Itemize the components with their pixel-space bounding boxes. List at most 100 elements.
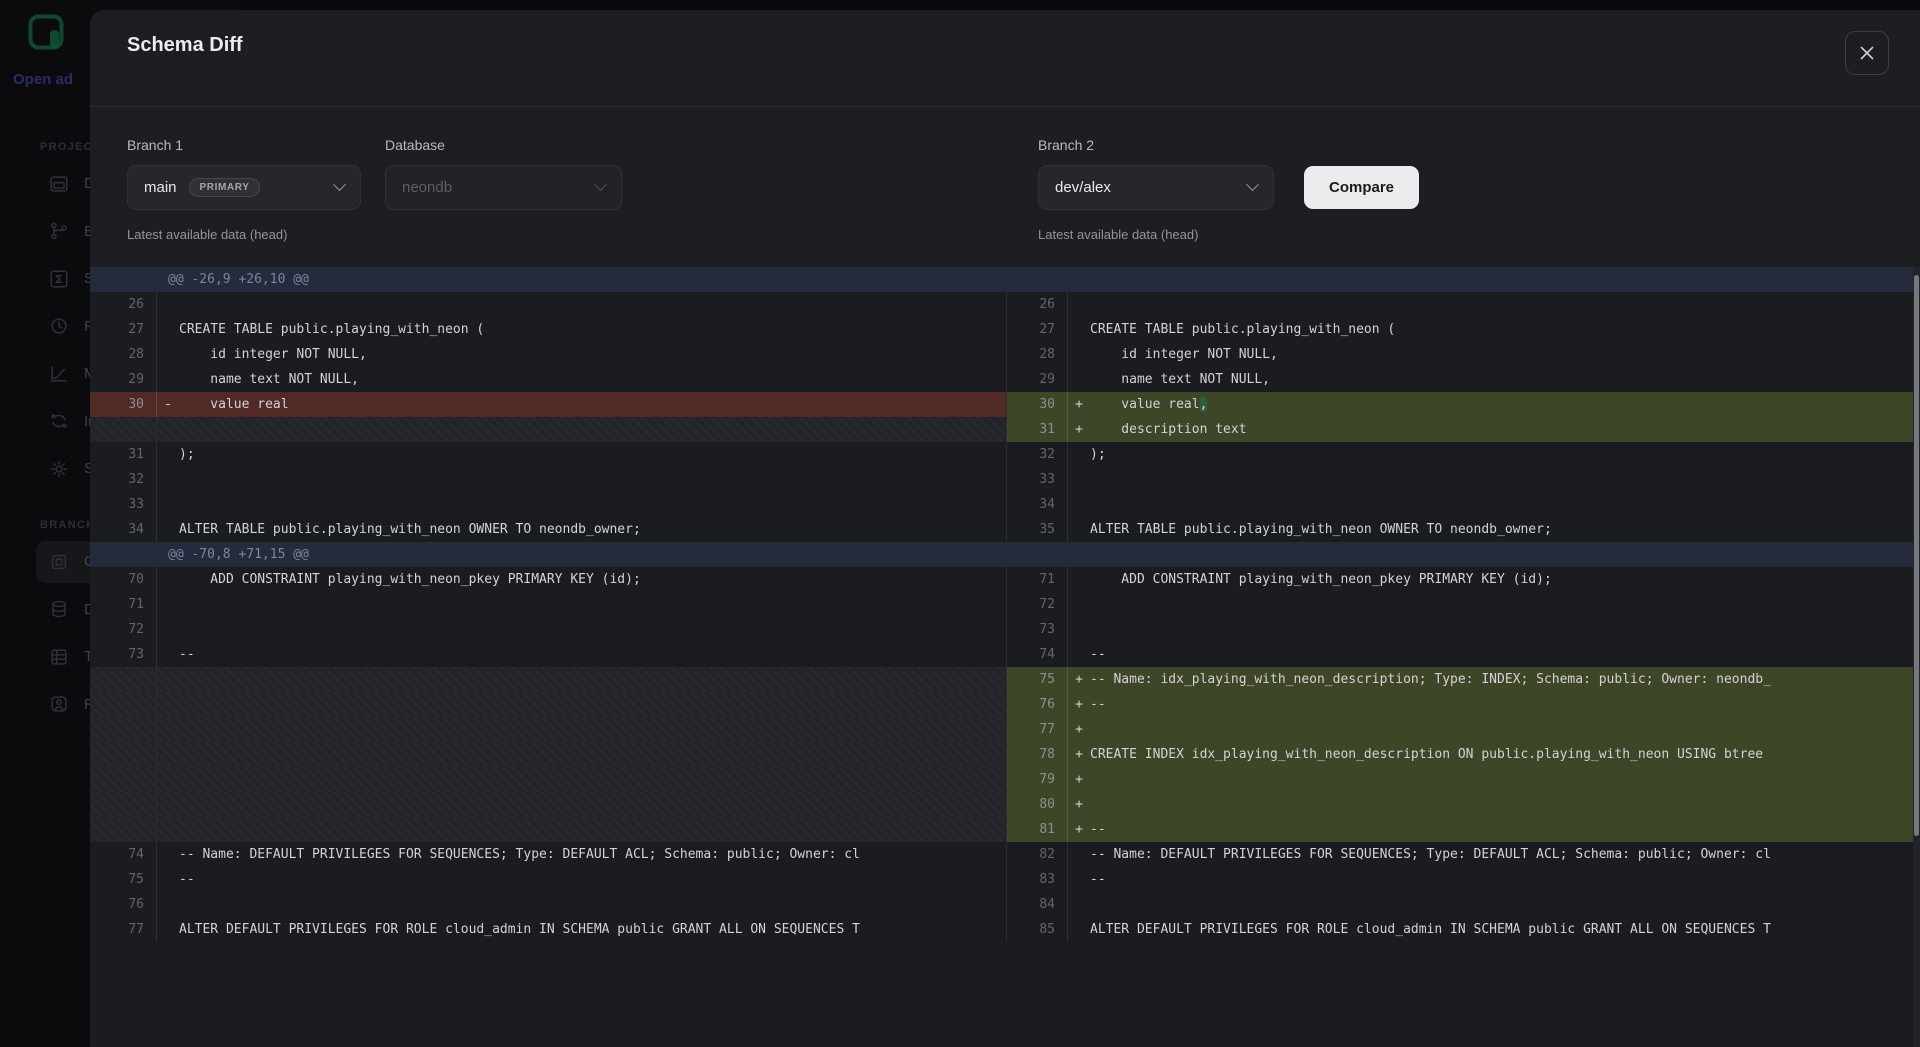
- line-number: 32: [90, 467, 157, 492]
- diff-cell-right: 80+: [1007, 792, 1920, 817]
- diff-scrollbar-thumb[interactable]: [1914, 275, 1919, 837]
- diff-cell-left: [90, 767, 1007, 792]
- branch2-data-hint: Latest available data (head): [1038, 227, 1198, 242]
- diff-sign: [157, 692, 179, 717]
- diff-cell-right: 71 ADD CONSTRAINT playing_with_neon_pkey…: [1007, 567, 1920, 592]
- diff-sign: [1068, 867, 1090, 892]
- code-text: --: [179, 867, 195, 892]
- code-text: description text: [1090, 417, 1247, 442]
- chevron-down-icon: [333, 178, 346, 191]
- line-number: 26: [90, 292, 157, 317]
- diff-row: 77+: [90, 717, 1920, 742]
- code-text: ALTER DEFAULT PRIVILEGES FOR ROLE cloud_…: [1090, 917, 1771, 942]
- code-text: ALTER TABLE public.playing_with_neon OWN…: [1090, 517, 1552, 542]
- close-button[interactable]: [1845, 31, 1889, 75]
- diff-sign: [157, 767, 179, 792]
- line-number: 32: [1007, 442, 1068, 467]
- line-number: 30: [90, 392, 157, 417]
- hunk-header: @@ -70,8 +71,15 @@: [90, 542, 1920, 567]
- diff-cell-right: 76+--: [1007, 692, 1920, 717]
- code-text: --: [1090, 692, 1106, 717]
- line-number: 29: [1007, 367, 1068, 392]
- diff-sign: [1068, 917, 1090, 942]
- branch2-select[interactable]: dev/alex: [1038, 165, 1274, 210]
- diff-cell-left: [90, 692, 1007, 717]
- diff-cell-left: 71: [90, 592, 1007, 617]
- diff-sign: [157, 842, 179, 867]
- diff-cell-right: 75+-- Name: idx_playing_with_neon_descri…: [1007, 667, 1920, 692]
- diff-sign: +: [1068, 792, 1090, 817]
- hunk-header: @@ -26,9 +26,10 @@: [90, 267, 1920, 292]
- diff-sign: [1068, 492, 1090, 517]
- compare-button[interactable]: Compare: [1304, 166, 1419, 209]
- code-text: id integer NOT NULL,: [1090, 342, 1278, 367]
- line-number: 85: [1007, 917, 1068, 942]
- close-icon: [1859, 45, 1875, 61]
- diff-row: 75--83--: [90, 867, 1920, 892]
- line-number: [90, 717, 157, 742]
- database-label: Database: [385, 137, 445, 153]
- code-text: name text NOT NULL,: [1090, 367, 1270, 392]
- line-number: 78: [1007, 742, 1068, 767]
- diff-cell-left: [90, 742, 1007, 767]
- diff-sign: [157, 642, 179, 667]
- diff-sign: [157, 567, 179, 592]
- diff-sign: [1068, 342, 1090, 367]
- diff-cell-left: 29 name text NOT NULL,: [90, 367, 1007, 392]
- code-text: --: [1090, 642, 1106, 667]
- line-number: [90, 767, 157, 792]
- diff-cell-right: 79+: [1007, 767, 1920, 792]
- diff-sign: [1068, 317, 1090, 342]
- diff-row: 27 CREATE TABLE public.playing_with_neon …: [90, 317, 1920, 342]
- diff-scrollbar[interactable]: [1913, 267, 1920, 1047]
- database-select[interactable]: neondb: [385, 165, 622, 210]
- line-number: 76: [1007, 692, 1068, 717]
- diff-cell-right: 85 ALTER DEFAULT PRIVILEGES FOR ROLE clou…: [1007, 917, 1920, 942]
- diff-cell-left: 73--: [90, 642, 1007, 667]
- diff-sign: [1068, 617, 1090, 642]
- diff-cell-left: 31);: [90, 442, 1007, 467]
- diff-sign: -: [157, 392, 179, 417]
- line-number: 33: [1007, 467, 1068, 492]
- diff-sign: +: [1068, 392, 1090, 417]
- line-number: 27: [90, 317, 157, 342]
- line-number: 26: [1007, 292, 1068, 317]
- line-number: 81: [1007, 817, 1068, 842]
- diff-cell-right: 84: [1007, 892, 1920, 917]
- code-text: CREATE TABLE public.playing_with_neon (: [1090, 317, 1395, 342]
- word-diff-highlight: ,: [1200, 397, 1208, 412]
- diff-cell-right: 81+--: [1007, 817, 1920, 842]
- branch1-select[interactable]: main PRIMARY: [127, 165, 361, 210]
- line-number: 30: [1007, 392, 1068, 417]
- code-text: ALTER TABLE public.playing_with_neon OWN…: [179, 517, 641, 542]
- diff-cell-left: 76: [90, 892, 1007, 917]
- schema-diff-view[interactable]: @@ -26,9 +26,10 @@262627CREATE TABLE pub…: [90, 267, 1920, 1047]
- code-text: CREATE TABLE public.playing_with_neon (: [179, 317, 484, 342]
- diff-sign: [157, 717, 179, 742]
- diff-sign: +: [1068, 717, 1090, 742]
- diff-row: 3334: [90, 492, 1920, 517]
- diff-row: 78+CREATE INDEX idx_playing_with_neon_de…: [90, 742, 1920, 767]
- line-number: 79: [1007, 767, 1068, 792]
- diff-cell-left: 70 ADD CONSTRAINT playing_with_neon_pkey…: [90, 567, 1007, 592]
- code-text: --: [1090, 817, 1106, 842]
- diff-sign: [157, 467, 179, 492]
- diff-sign: [157, 667, 179, 692]
- line-number: [90, 792, 157, 817]
- line-number: [90, 817, 157, 842]
- diff-row: 7273: [90, 617, 1920, 642]
- diff-cell-left: 28 id integer NOT NULL,: [90, 342, 1007, 367]
- diff-row: 30- value real30+ value real,: [90, 392, 1920, 417]
- diff-cell-left: 75--: [90, 867, 1007, 892]
- diff-sign: [157, 367, 179, 392]
- code-text: );: [1090, 442, 1106, 467]
- line-number: 73: [1007, 617, 1068, 642]
- line-number: 84: [1007, 892, 1068, 917]
- diff-cell-right: 32);: [1007, 442, 1920, 467]
- diff-cell-right: 27CREATE TABLE public.playing_with_neon …: [1007, 317, 1920, 342]
- diff-sign: [1068, 292, 1090, 317]
- code-text: ADD CONSTRAINT playing_with_neon_pkey PR…: [1090, 567, 1552, 592]
- diff-sign: [157, 317, 179, 342]
- line-number: 70: [90, 567, 157, 592]
- branch1-value: main: [144, 179, 177, 196]
